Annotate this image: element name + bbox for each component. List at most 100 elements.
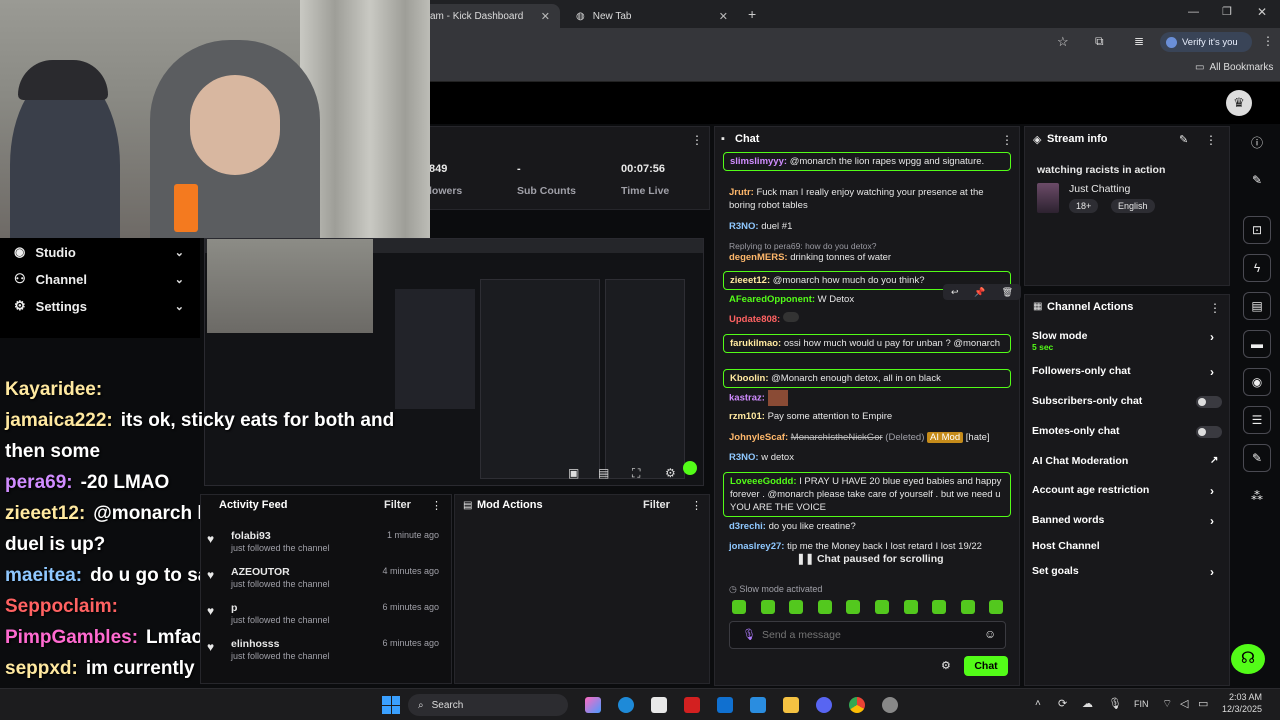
chat-username[interactable]: AFearedOpponent: bbox=[729, 294, 815, 305]
chat-username[interactable]: slimslimyyy: bbox=[730, 156, 787, 167]
channel-action-banned-words[interactable]: Banned words › bbox=[1032, 514, 1222, 528]
toggle-switch[interactable] bbox=[1196, 426, 1222, 438]
tab-kick-dashboard[interactable]: am - Kick Dashboard ✕ bbox=[420, 4, 560, 28]
channel-action-followers-only-chat[interactable]: Followers-only chat › bbox=[1032, 365, 1222, 379]
mod-filter-button[interactable]: Filter bbox=[643, 499, 670, 511]
edge-icon[interactable] bbox=[618, 697, 634, 713]
outlook-icon[interactable] bbox=[717, 697, 733, 713]
activity-filter-button[interactable]: Filter bbox=[384, 499, 411, 511]
microphone-icon[interactable]: 🎙 bbox=[1108, 697, 1122, 710]
chat-message[interactable]: LoveeeGoddd: I PRAY U HAVE 20 blue eyed … bbox=[723, 472, 1011, 517]
channel-action-set-goals[interactable]: Set goals › bbox=[1032, 565, 1222, 579]
chat-message[interactable]: R3NO: duel #1 bbox=[729, 220, 1009, 233]
chat-message[interactable]: R3NO: w detox bbox=[729, 451, 1009, 464]
chat-username[interactable]: LoveeeGoddd: bbox=[730, 476, 797, 487]
windows-start-icon[interactable] bbox=[382, 696, 400, 714]
notepad-icon[interactable] bbox=[750, 697, 766, 713]
minimize-icon[interactable]: — bbox=[1188, 6, 1199, 18]
app2-icon[interactable] bbox=[882, 697, 898, 713]
chat-username[interactable]: kastraz: bbox=[729, 393, 765, 404]
taskbar-search[interactable]: ⌕ Search bbox=[408, 694, 568, 716]
chat-message[interactable]: Kboolin: @Monarch enough detox, all in o… bbox=[723, 369, 1011, 388]
close-window-icon[interactable]: ✕ bbox=[1257, 5, 1267, 19]
chat-message[interactable]: d3rechi: do you like creatine? bbox=[729, 520, 1009, 533]
quick-emote-icon[interactable] bbox=[960, 600, 975, 614]
layout-icon[interactable]: ☰ bbox=[1243, 406, 1271, 434]
document-icon[interactable]: ▤ bbox=[1243, 292, 1271, 320]
chat-message-input[interactable] bbox=[762, 626, 972, 644]
chat-username[interactable]: d3rechi: bbox=[729, 521, 766, 532]
chat-message[interactable]: Jrutr: Fuck man I really enjoy watching … bbox=[729, 186, 1009, 212]
edit-pencil-icon[interactable]: ✎ bbox=[1179, 133, 1188, 146]
quick-emote-icon[interactable] bbox=[932, 600, 947, 614]
all-bookmarks-button[interactable]: ▭ All Bookmarks bbox=[1195, 62, 1273, 73]
chat-username[interactable]: R3NO: bbox=[729, 221, 759, 232]
volume-icon[interactable]: ◁ bbox=[1180, 697, 1188, 710]
new-tab-button[interactable]: + bbox=[748, 6, 756, 22]
quick-emote-icon[interactable] bbox=[989, 600, 1004, 614]
quick-emote-icon[interactable] bbox=[903, 600, 918, 614]
preview-theater-icon[interactable]: ▤ bbox=[598, 466, 609, 480]
wrench-icon[interactable]: ✎ bbox=[1243, 444, 1271, 472]
chat-username[interactable]: degenMERS: bbox=[729, 252, 788, 263]
user-avatar-icon[interactable]: ♛ bbox=[1226, 90, 1252, 116]
maximize-icon[interactable]: ❐ bbox=[1222, 5, 1232, 18]
chat-username[interactable]: Kboolin: bbox=[730, 373, 769, 384]
channel-action-slow-mode[interactable]: Slow mode 5 sec › bbox=[1032, 330, 1222, 352]
close-tab-icon[interactable]: ✕ bbox=[541, 10, 550, 23]
delete-icon[interactable]: 🗑 bbox=[1002, 287, 1013, 298]
quick-emote-icon[interactable] bbox=[875, 600, 889, 614]
lightning-icon[interactable]: ϟ bbox=[1243, 254, 1271, 282]
chat-message[interactable]: slimslimyyy: @monarch the lion rapes wpg… bbox=[723, 152, 1011, 171]
browser-menu-icon[interactable]: ⋮ bbox=[1262, 34, 1274, 48]
chat-username[interactable]: Update808: bbox=[729, 314, 780, 325]
chat-message[interactable]: kastraz: bbox=[729, 390, 1009, 406]
app-icon[interactable] bbox=[684, 697, 700, 713]
panel-menu-icon[interactable]: ⋮ bbox=[691, 499, 702, 512]
chrome-icon[interactable] bbox=[849, 697, 865, 713]
clock-date[interactable]: 12/3/2025 bbox=[1218, 704, 1262, 714]
channel-action-subscribers-only-chat[interactable]: Subscribers-only chat bbox=[1032, 395, 1222, 407]
quick-emote-icon[interactable] bbox=[789, 600, 804, 614]
message-icon[interactable]: ▬ bbox=[1243, 330, 1271, 358]
chat-username[interactable]: Jrutr: bbox=[729, 187, 754, 198]
close-tab-icon[interactable]: ✕ bbox=[719, 10, 728, 23]
quick-emote-icon[interactable] bbox=[817, 600, 832, 614]
send-chat-button[interactable]: Chat bbox=[964, 656, 1008, 676]
star-bookmark-icon[interactable]: ☆ bbox=[1057, 34, 1069, 50]
preview-pip-icon[interactable]: ▣ bbox=[568, 466, 579, 480]
chat-settings-icon[interactable]: ⚙ bbox=[941, 659, 951, 672]
battery-icon[interactable]: ▭ bbox=[1198, 697, 1208, 710]
channel-action-ai-chat-moderation[interactable]: AI Chat Moderation ↗ bbox=[1032, 455, 1222, 467]
chevron-up-icon[interactable]: ˄ bbox=[1035, 698, 1041, 709]
chat-username[interactable]: farukilmao: bbox=[730, 338, 781, 349]
copilot-icon[interactable] bbox=[585, 697, 601, 713]
toggle-switch[interactable] bbox=[1196, 396, 1222, 408]
chat-username[interactable]: JohnyleScaf: bbox=[729, 432, 788, 443]
extensions-icon[interactable]: ⧉ bbox=[1095, 34, 1104, 49]
chat-username[interactable]: rzm101: bbox=[729, 411, 765, 422]
reading-list-icon[interactable]: ≣ bbox=[1134, 34, 1144, 48]
fullscreen-icon[interactable]: ⛶ bbox=[632, 466, 640, 481]
chat-paused-banner[interactable]: ❚❚ Chat paused for scrolling bbox=[729, 553, 1011, 569]
settings-gear-icon[interactable]: ⚙ bbox=[665, 466, 676, 480]
chat-message[interactable]: rzm101: Pay some attention to Empire bbox=[729, 410, 1009, 423]
tab-new-tab[interactable]: ◍ New Tab ✕ bbox=[566, 4, 738, 28]
verify-profile-button[interactable]: Verify it's you bbox=[1160, 32, 1252, 52]
microphone-icon[interactable]: 🎙 bbox=[742, 628, 756, 641]
emoji-picker-icon[interactable]: ☺ bbox=[984, 627, 996, 641]
chat-username[interactable]: jonaslrey27: bbox=[729, 541, 784, 552]
file-explorer-icon[interactable] bbox=[783, 697, 799, 713]
quick-emote-icon[interactable] bbox=[846, 600, 861, 614]
quick-emote-icon[interactable] bbox=[760, 600, 775, 614]
sync-icon[interactable]: ⟳ bbox=[1058, 697, 1067, 710]
chat-username[interactable]: R3NO: bbox=[729, 452, 759, 463]
panel-menu-icon[interactable]: ⋮ bbox=[1209, 301, 1221, 315]
language-indicator[interactable]: FIN bbox=[1134, 699, 1149, 709]
panel-menu-icon[interactable]: ⋮ bbox=[1205, 133, 1217, 147]
chat-message[interactable]: degenMERS: drinking tonnes of water bbox=[729, 251, 1009, 264]
support-chat-icon[interactable]: ☊ bbox=[1231, 644, 1265, 674]
edit-icon[interactable]: ✎ bbox=[1243, 166, 1271, 194]
channel-action-emotes-only-chat[interactable]: Emotes-only chat bbox=[1032, 425, 1222, 437]
channel-action-host-channel[interactable]: Host Channel bbox=[1032, 540, 1222, 552]
